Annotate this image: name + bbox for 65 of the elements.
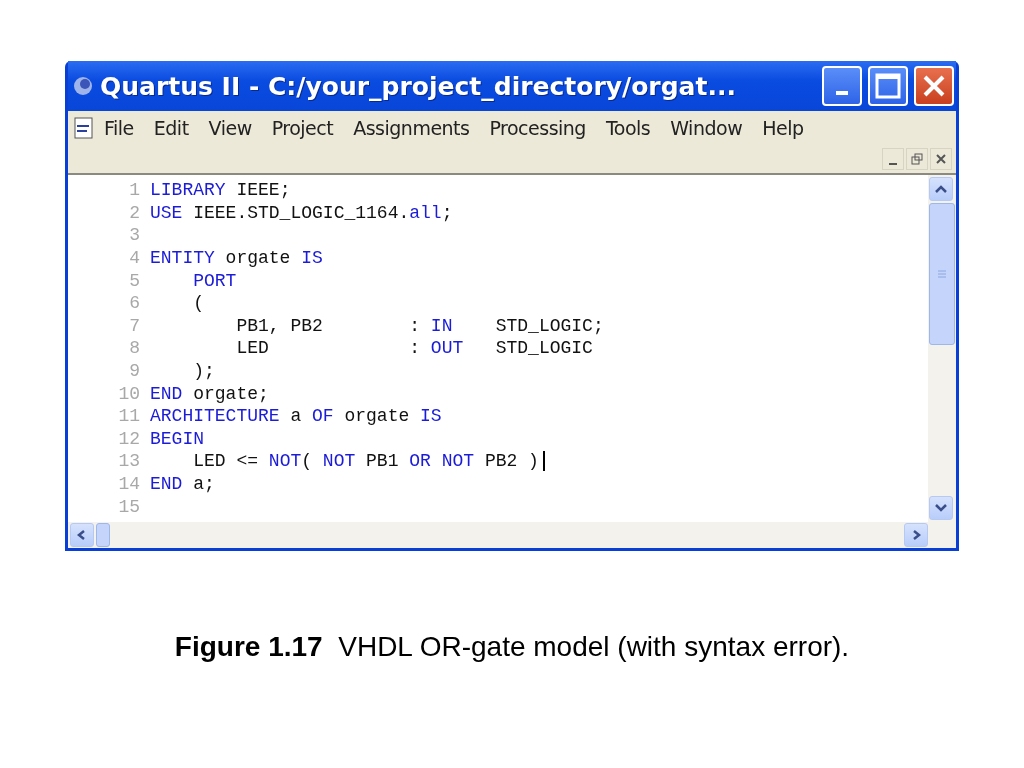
maximize-icon	[875, 73, 901, 99]
scroll-right-button[interactable]	[904, 523, 928, 547]
code-line: END orgate;	[150, 383, 269, 404]
minimize-icon	[889, 163, 897, 165]
code-line: PORT	[192, 270, 237, 291]
menu-item[interactable]: Window	[660, 117, 753, 139]
scroll-left-button[interactable]	[70, 523, 94, 547]
line-number: 8	[128, 338, 141, 359]
maximize-button[interactable]	[868, 66, 908, 106]
scroll-down-button[interactable]	[929, 496, 953, 520]
menu-item[interactable]: Tools	[595, 117, 661, 139]
document-close-button[interactable]	[930, 148, 952, 170]
scroll-thumb[interactable]	[96, 523, 110, 547]
window-title: Quartus II - C:/your_project_directory/orgat...	[100, 71, 737, 101]
code-line: (	[192, 293, 204, 314]
close-icon	[936, 154, 946, 164]
chevron-up-icon	[935, 184, 947, 194]
document-restore-button[interactable]	[906, 148, 928, 170]
line-number: 14	[117, 474, 141, 494]
menu-item[interactable]: Assignments	[343, 117, 480, 139]
line-number: 12	[117, 428, 141, 449]
grip-icon	[938, 270, 946, 278]
line-number: 7	[128, 315, 141, 336]
document-minimize-button[interactable]	[882, 148, 904, 170]
line-number: 1	[128, 180, 141, 201]
horizontal-scrollbar[interactable]	[68, 522, 956, 548]
line-number: 2	[128, 202, 141, 223]
close-icon	[921, 73, 947, 99]
menu-item[interactable]: Processing	[479, 117, 596, 139]
line-number: 11	[117, 406, 141, 427]
line-number: 4	[128, 248, 141, 269]
vertical-scrollbar[interactable]	[928, 175, 956, 522]
code-line: LED <= NOT( NOT PB1 OR NOT PB2 )	[192, 451, 539, 472]
code-line: END a;	[150, 474, 215, 494]
line-number: 6	[128, 293, 141, 314]
restore-icon	[911, 153, 923, 165]
code-line: PB1, PB2 : IN STD_LOGIC;	[235, 315, 604, 336]
chevron-down-icon	[935, 503, 947, 513]
menu-item[interactable]: Help	[752, 117, 814, 139]
code-line: LED : OUT STD_LOGIC	[235, 338, 593, 359]
menu-item[interactable]: Project	[261, 117, 344, 139]
menu-item[interactable]: View	[198, 117, 262, 139]
line-number: 3	[128, 225, 141, 246]
app-logo-icon	[72, 75, 94, 97]
menu-item[interactable]: File	[94, 117, 144, 139]
code-line: USE IEEE.STD_LOGIC_1164.all;	[150, 202, 453, 223]
minimize-icon	[836, 91, 848, 95]
code-line: );	[192, 361, 215, 382]
code-line: BEGIN	[150, 428, 204, 449]
close-button[interactable]	[914, 66, 954, 106]
figure-caption: Figure 1.17 VHDL OR-gate model (with syntax error).	[174, 631, 850, 663]
document-icon	[74, 117, 94, 139]
code-line: LIBRARY IEEE;	[150, 180, 291, 201]
code-editor[interactable]	[68, 173, 956, 548]
scroll-thumb[interactable]	[929, 203, 955, 345]
code-line: ARCHITECTURE a OF orgate IS	[150, 406, 442, 427]
line-number: 9	[128, 361, 141, 382]
minimize-button[interactable]	[822, 66, 862, 106]
line-number: 13	[117, 451, 141, 472]
line-number: 10	[117, 383, 141, 404]
code-line: ENTITY orgate IS	[150, 248, 323, 269]
menu-item[interactable]: Edit	[143, 117, 199, 139]
scroll-up-button[interactable]	[929, 177, 953, 201]
line-number: 5	[128, 270, 141, 291]
line-number: 15	[117, 496, 141, 517]
